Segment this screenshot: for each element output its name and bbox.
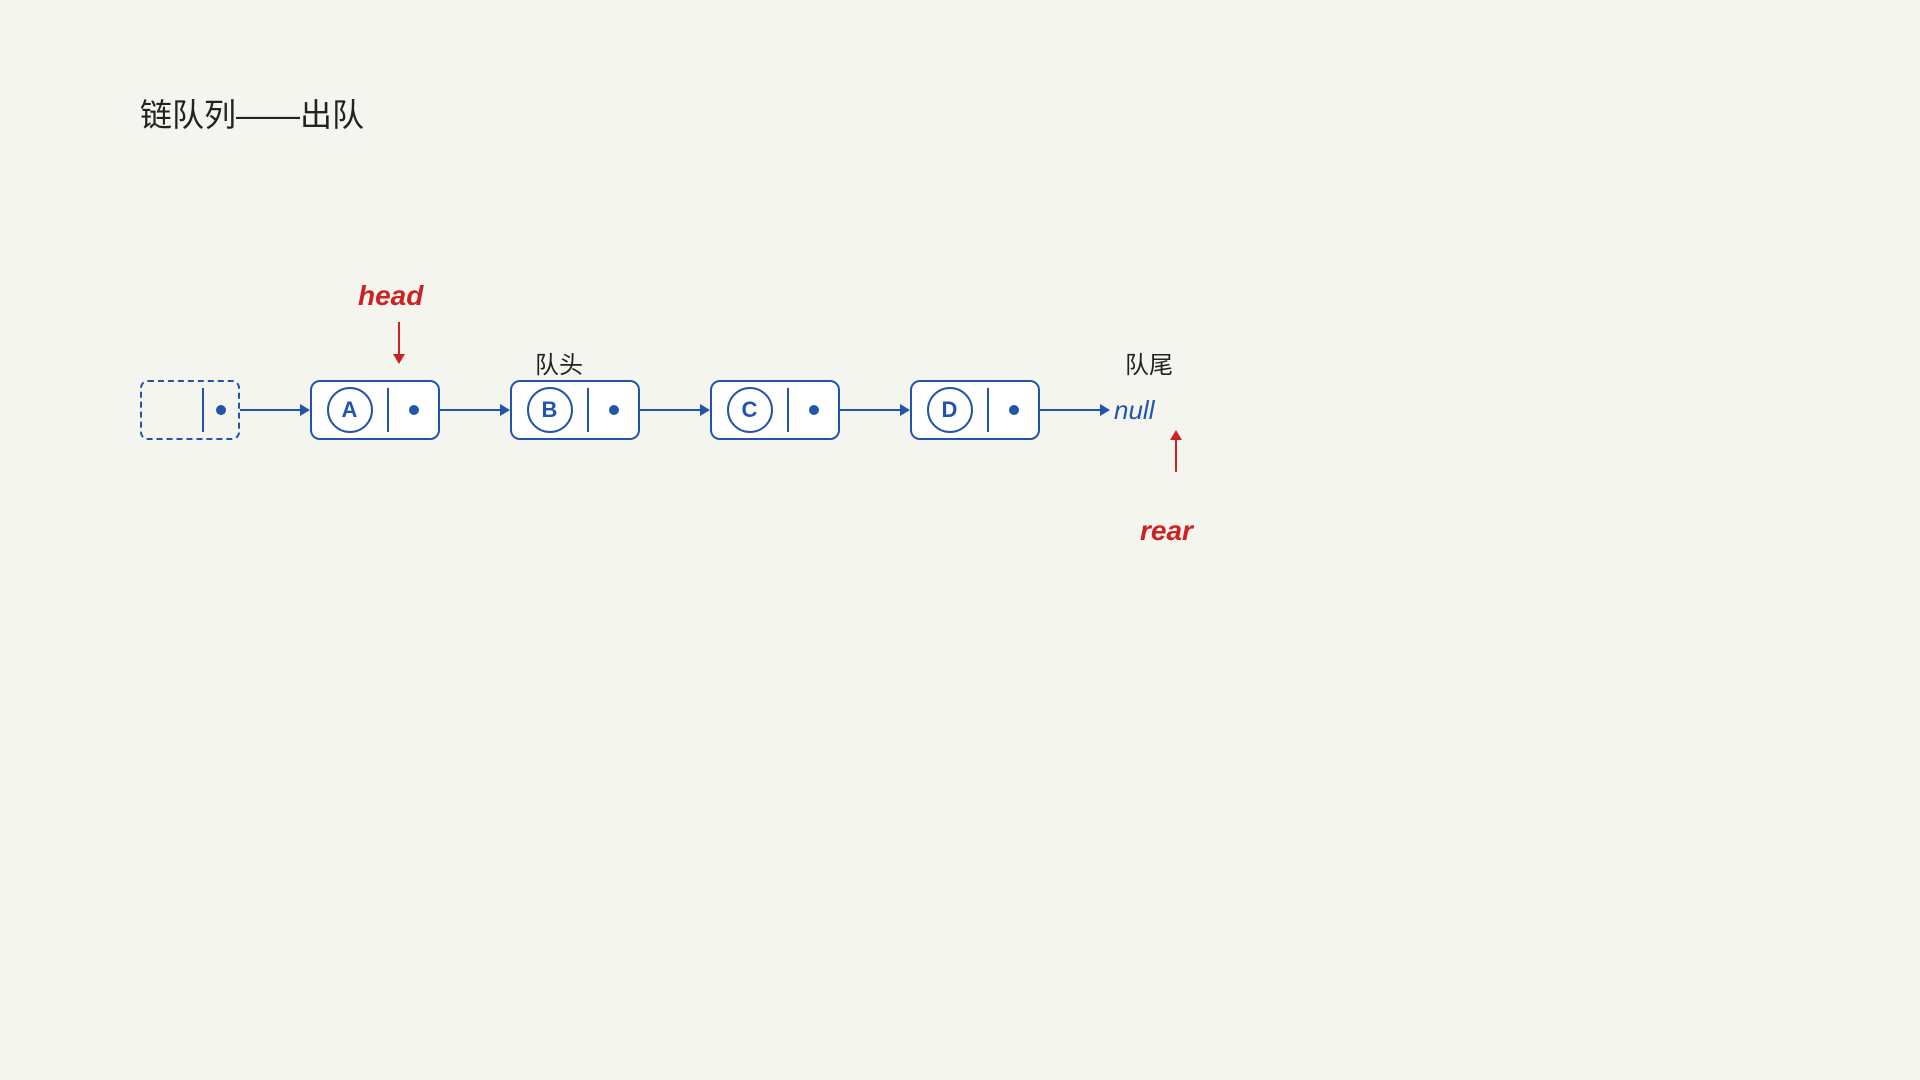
- head-label: head: [358, 280, 423, 312]
- head-node: [140, 380, 240, 440]
- connector-1: [440, 404, 510, 416]
- null-label: null: [1114, 395, 1154, 426]
- connector-0: [240, 404, 310, 416]
- rear-arrow: [1170, 430, 1182, 472]
- diagram-container: head 队头 队尾 rear A: [140, 280, 1340, 580]
- queue-head-label: 队头: [535, 345, 583, 380]
- node-b: B: [510, 380, 640, 440]
- node-d: D: [910, 380, 1040, 440]
- rear-label: rear: [1140, 515, 1193, 547]
- nodes-row: A B: [140, 380, 1154, 440]
- connector-4: [1040, 404, 1110, 416]
- head-arrow: [393, 322, 405, 364]
- title: 链队列——出队: [140, 90, 364, 136]
- connector-3: [840, 404, 910, 416]
- node-c: C: [710, 380, 840, 440]
- node-a: A: [310, 380, 440, 440]
- queue-tail-label: 队尾: [1125, 345, 1173, 380]
- connector-2: [640, 404, 710, 416]
